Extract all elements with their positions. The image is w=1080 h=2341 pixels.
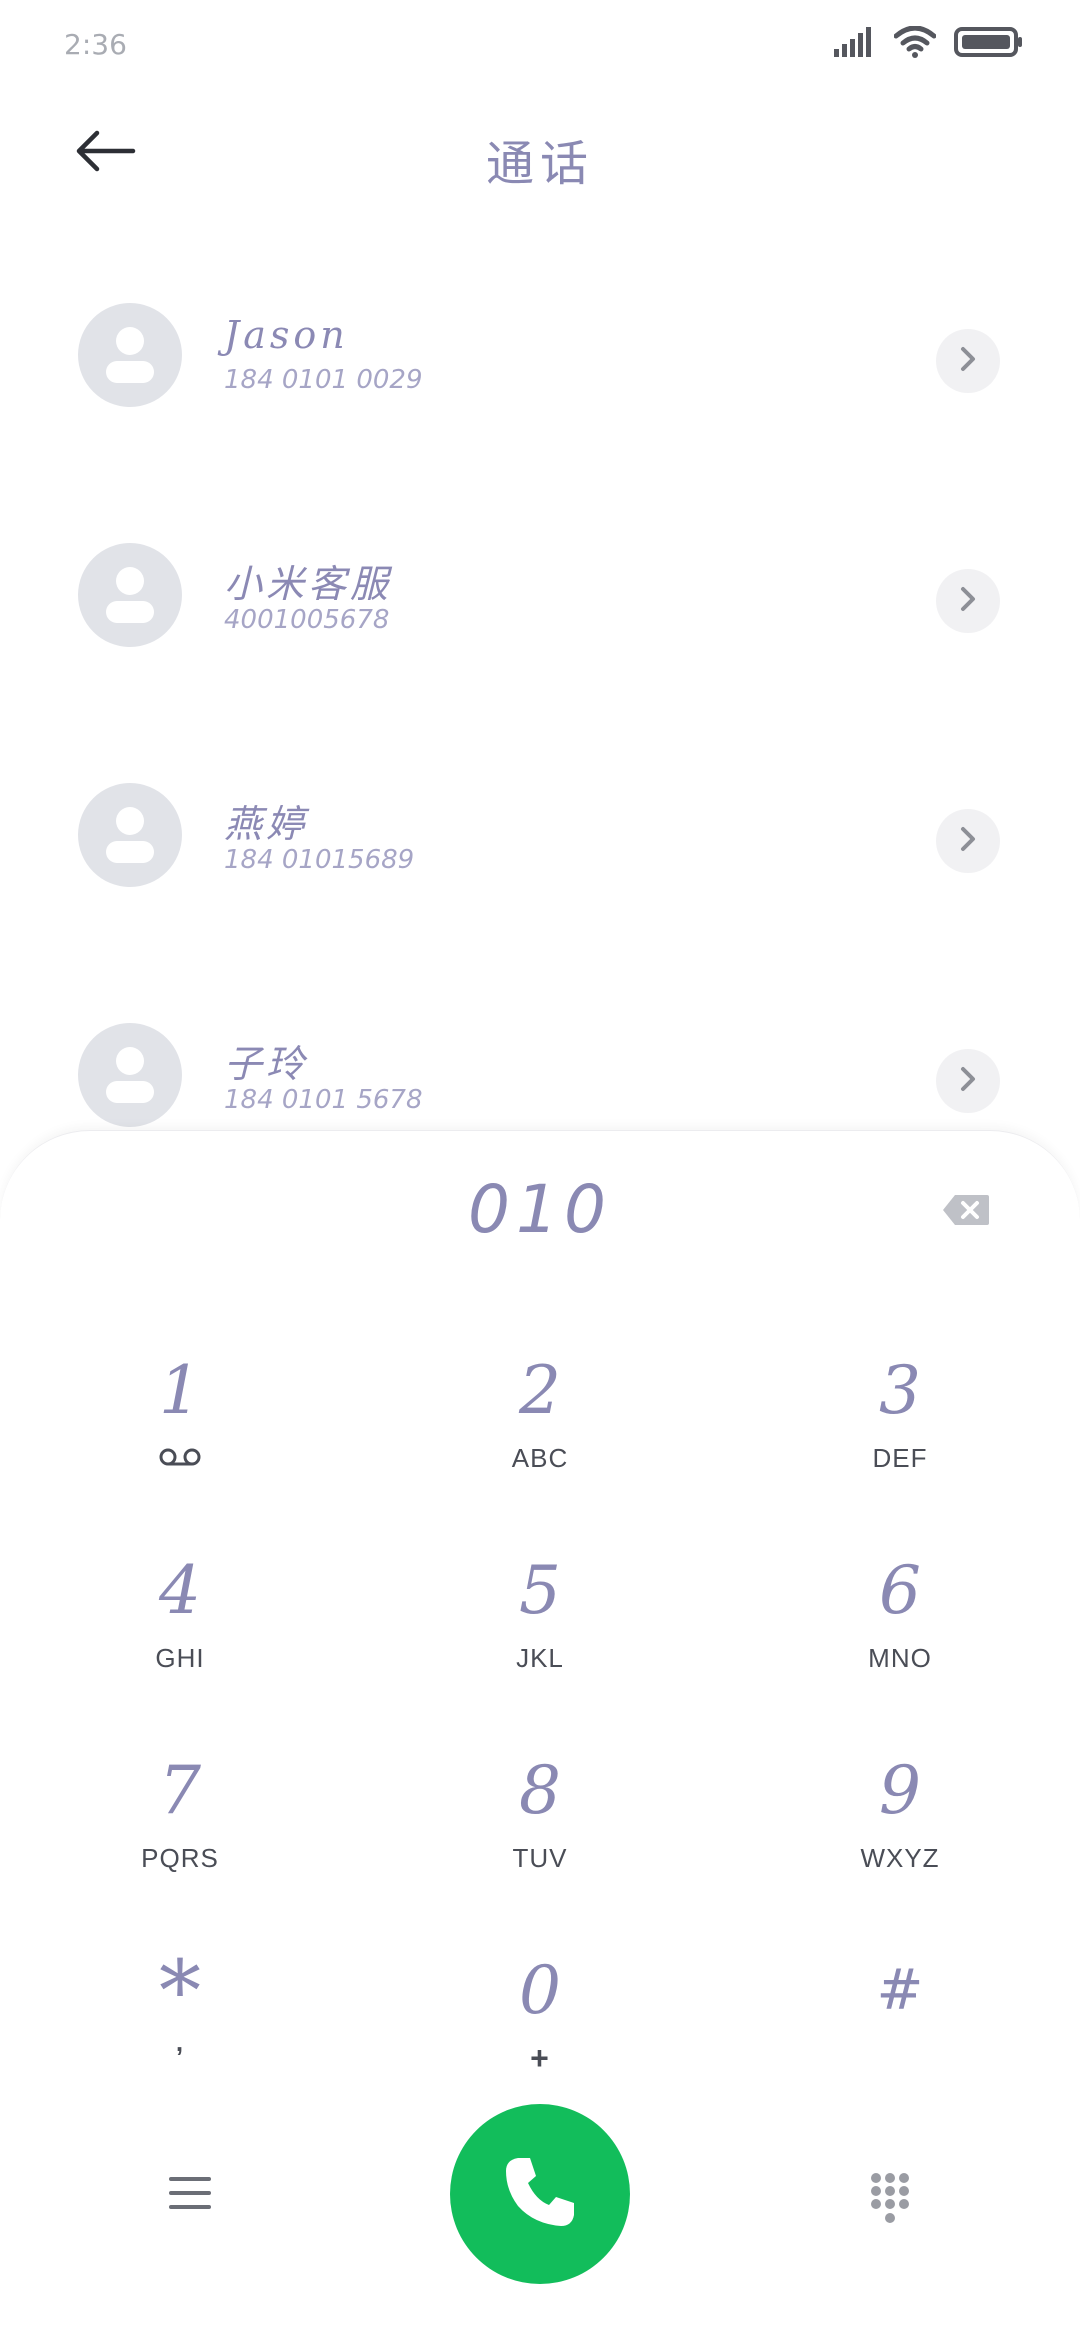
status-bar: 2:36 [0,0,1080,96]
key-digit: 2 [519,1352,561,1429]
dial-key-8[interactable]: 8 TUV [390,1751,690,1911]
key-letters: TUV [512,1843,568,1873]
key-digit: 8 [519,1752,561,1829]
dial-key-7[interactable]: 7 PQRS [30,1751,330,1911]
contact-name: 小米客服 [224,562,393,606]
contact-detail-button[interactable] [936,569,1000,633]
key-letters: DEF [872,1443,928,1473]
wifi-icon [893,25,937,62]
key-letters: PQRS [141,1843,219,1873]
avatar [78,783,182,887]
key-digit: 5 [519,1552,561,1629]
contact-row[interactable]: Jason 184 0101 0029 [0,255,1080,407]
dial-key-hash[interactable]: # [750,1951,1050,2111]
key-letters: GHI [155,1643,205,1673]
dial-key-3[interactable]: 3 DEF [750,1351,1050,1511]
dial-key-5[interactable]: 5 JKL [390,1551,690,1711]
contact-row[interactable]: 小米客服 4001005678 [0,495,1080,647]
key-digit: 4 [159,1552,201,1629]
key-letters: ABC [511,1443,569,1473]
backspace-icon [941,1193,991,1231]
key-digit: * [159,1942,201,2040]
status-time: 2:36 [64,28,127,61]
key-digit: 1 [159,1352,201,1429]
avatar [78,303,182,407]
contact-name: 燕婷 [224,802,309,846]
chevron-right-icon [957,344,979,378]
contact-number: 184 0101 5678 [224,1085,423,1115]
key-letters: , [175,2027,185,2057]
contact-name: 子玲 [224,1042,309,1086]
avatar [78,1023,182,1127]
contact-name: Jason [224,313,349,357]
chevron-right-icon [957,584,979,618]
key-digit: 9 [879,1752,921,1829]
contact-row[interactable]: 子玲 184 0101 5678 [0,975,1080,1127]
call-button[interactable] [450,2104,630,2284]
menu-button[interactable] [150,2160,230,2230]
key-letters: WXYZ [860,1843,940,1873]
dialed-number-input[interactable]: 010 [0,1171,1080,1248]
chevron-right-icon [957,1064,979,1098]
dialpad-icon [867,2171,913,2229]
battery-icon [954,26,1024,62]
contact-detail-button[interactable] [936,809,1000,873]
avatar [78,543,182,647]
contact-detail-button[interactable] [936,1049,1000,1113]
phone-icon [498,2150,582,2238]
key-letters: + [530,2040,550,2076]
bottom-bar [0,2100,1080,2284]
signal-icon [834,27,876,61]
contact-number: 4001005678 [224,605,390,635]
keypad-toggle-button[interactable] [850,2160,930,2240]
dial-key-9[interactable]: 9 WXYZ [750,1751,1050,1911]
dial-key-6[interactable]: 6 MNO [750,1551,1050,1711]
contact-detail-button[interactable] [936,329,1000,393]
key-digit: 0 [519,1952,561,2029]
contact-row[interactable]: 燕婷 184 01015689 [0,735,1080,887]
dial-key-4[interactable]: 4 GHI [30,1551,330,1711]
dial-key-star[interactable]: * , [30,1942,330,2111]
key-digit: 3 [879,1352,921,1429]
dial-key-0[interactable]: 0 + [390,1951,690,2111]
dial-key-1[interactable]: 1 [30,1351,330,1511]
page-title: 通话 [485,136,594,192]
header: 通话 [0,96,1080,216]
contact-number: 184 01015689 [224,845,415,875]
key-letters: MNO [868,1643,932,1673]
key-letters: JKL [516,1643,564,1673]
key-digit: 7 [159,1752,201,1829]
voicemail-icon [158,1441,202,1473]
chevron-right-icon [957,824,979,858]
key-digit: # [876,1958,924,2023]
status-icons [834,25,1024,62]
dial-key-2[interactable]: 2 ABC [390,1351,690,1511]
key-digit: 6 [879,1552,921,1629]
backspace-button[interactable] [936,1187,996,1237]
menu-icon [167,2174,213,2216]
contact-number: 184 0101 0029 [224,365,423,395]
